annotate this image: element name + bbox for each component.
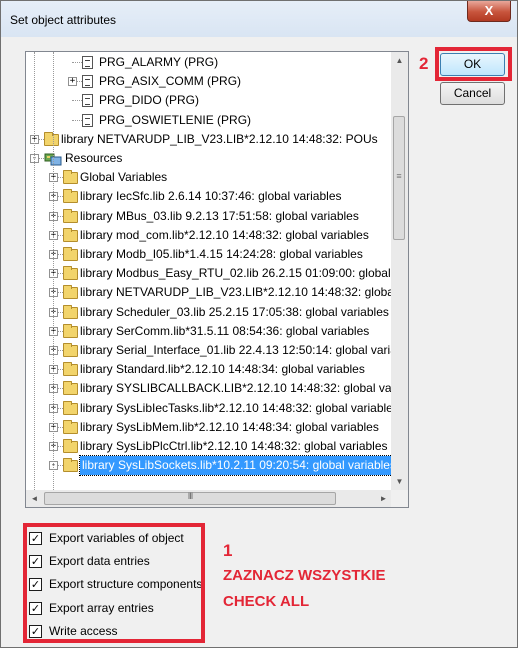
tree-item-label: PRG_ASIX_COMM (PRG) — [99, 74, 242, 89]
annotation-text-polish: ZAZNACZ WSZYSTKIE — [223, 567, 386, 584]
expand-icon[interactable]: + — [68, 77, 77, 87]
scroll-left-icon[interactable]: ◄ — [26, 490, 43, 507]
tree-guide-line — [34, 52, 35, 490]
scroll-grip-icon: III — [187, 491, 194, 501]
tree-item-label: library SysLibIecTasks.lib*2.12.10 14:48… — [80, 400, 392, 415]
folder-icon — [63, 266, 78, 281]
folder-icon — [63, 458, 78, 473]
tree-connector — [72, 100, 82, 102]
folder-icon — [63, 400, 78, 415]
folder-icon — [63, 227, 78, 242]
tree-item-label: library NETVARUDP_LIB_V23.LIB*2.12.10 14… — [80, 285, 392, 300]
folder-icon — [63, 419, 78, 434]
annotation-number-1: 1 — [223, 541, 233, 560]
tree-item-label: library IecSfc.lib 2.6.14 10:37:46: glob… — [80, 189, 342, 204]
tree-item-label: library mod_com.lib*2.12.10 14:48:32: gl… — [80, 227, 369, 242]
tree-item[interactable]: + library Serial_Interface_01.lib 22.4.13… — [26, 341, 392, 360]
tree-item[interactable]: + library SysLibMem.lib*2.12.10 14:48:34:… — [26, 418, 392, 437]
folder-icon — [63, 170, 78, 185]
tree-item[interactable]: + Global Variables — [26, 168, 392, 187]
object-tree[interactable]: PRG_ALARMY (PRG) + PRG_ASIX_COMM (PRG) PRG_… — [25, 51, 409, 508]
tree-item[interactable]: + PRG_ASIX_COMM (PRG) — [26, 72, 392, 91]
cancel-button[interactable]: Cancel — [440, 82, 505, 105]
tree-item-label: library MBus_03.lib 9.2.13 17:51:58: glo… — [80, 208, 359, 223]
tree-item-label: library Scheduler_03.lib 25.2.15 17:05:3… — [80, 304, 389, 319]
tree-item[interactable]: + library mod_com.lib*2.12.10 14:48:32: g… — [26, 226, 392, 245]
tree-guide-line — [53, 52, 54, 490]
scroll-grip-icon: ≡ — [396, 171, 402, 181]
program-icon — [82, 56, 93, 69]
window-title: Set object attributes — [10, 13, 117, 27]
tree-item-label: library SerComm.lib*31.5.11 08:54:36: gl… — [80, 323, 370, 338]
tree-item-label: PRG_DIDO (PRG) — [99, 93, 200, 108]
tree-item-label: library NETVARUDP_LIB_V23.LIB*2.12.10 14… — [61, 131, 378, 146]
tree-item[interactable]: PRG_DIDO (PRG) — [26, 91, 392, 110]
vertical-scroll-thumb[interactable]: ≡ — [393, 116, 405, 240]
tree-item[interactable]: PRG_OSWIETLENIE (PRG) — [26, 111, 392, 130]
scroll-up-icon[interactable]: ▲ — [391, 52, 408, 69]
tree-connector — [72, 119, 82, 121]
annotation-number-2: 2 — [419, 54, 429, 73]
tree-item[interactable]: + library Standard.lib*2.12.10 14:48:34: … — [26, 360, 392, 379]
tree-item[interactable]: + library IecSfc.lib 2.6.14 10:37:46: glo… — [26, 187, 392, 206]
scroll-right-icon[interactable]: ► — [375, 490, 392, 507]
folder-icon — [63, 208, 78, 223]
tree-item[interactable]: PRG_ALARMY (PRG) — [26, 53, 392, 72]
folder-icon — [63, 247, 78, 261]
tree-item-label: library Serial_Interface_01.lib 22.4.13 … — [80, 343, 392, 357]
folder-icon — [63, 304, 78, 319]
vertical-scrollbar[interactable]: ▲ ≡ ▼ — [391, 52, 408, 490]
folder-icon — [63, 285, 78, 300]
tree-item-label: PRG_ALARMY (PRG) — [99, 55, 219, 69]
annotation-highlight-checkboxes — [23, 523, 205, 643]
tree-item[interactable]: + library SerComm.lib*31.5.11 08:54:36: g… — [26, 322, 392, 341]
folder-icon — [63, 189, 78, 204]
tree-item-label: library SysLibMem.lib*2.12.10 14:48:34: … — [80, 419, 379, 434]
tree-item-label: library Modbus_Easy_RTU_02.lib 26.2.15 0… — [80, 266, 392, 281]
tree-item-label: library SysLibPlcCtrl.lib*2.12.10 14:48:… — [80, 439, 388, 453]
tree-item[interactable]: + library SysLibIecTasks.lib*2.12.10 14:4… — [26, 399, 392, 418]
tree-item[interactable]: - library SysLibSockets.lib*10.2.11 09:20… — [26, 455, 392, 477]
annotation-text-english: CHECK ALL — [223, 593, 310, 610]
tree-item[interactable]: + library SYSLIBCALLBACK.LIB*2.12.10 14:4… — [26, 379, 392, 398]
folder-icon — [63, 439, 78, 453]
tree-item-label: library Modb_I05.lib*1.4.15 14:24:28: gl… — [80, 247, 363, 261]
document-icon — [82, 94, 93, 108]
tree-item[interactable]: + library NETVARUDP_LIB_V23.LIB*2.12.10 1… — [26, 130, 392, 149]
tree-item[interactable]: + library Modbus_Easy_RTU_02.lib 26.2.15 … — [26, 264, 392, 283]
scroll-down-icon[interactable]: ▼ — [391, 473, 408, 490]
folder-icon — [63, 323, 78, 338]
tree-item[interactable]: + library NETVARUDP_LIB_V23.LIB*2.12.10 1… — [26, 283, 392, 302]
tree-item[interactable]: + library Modb_I05.lib*1.4.15 14:24:28: g… — [26, 245, 392, 264]
tree-item-label: PRG_OSWIETLENIE (PRG) — [99, 112, 252, 127]
tree-connector — [72, 62, 82, 63]
tree-item[interactable]: - Resources — [26, 149, 392, 168]
tree-item[interactable]: + library MBus_03.lib 9.2.13 17:51:58: gl… — [26, 207, 392, 226]
program-icon — [82, 75, 93, 89]
title-bar[interactable]: Set object attributes X — [1, 1, 517, 37]
tree-item[interactable]: + library Scheduler_03.lib 25.2.15 17:05:… — [26, 303, 392, 322]
tree-item-label: library SysLibSockets.lib*10.2.11 09:20:… — [79, 455, 392, 477]
folder-icon — [63, 381, 78, 396]
horizontal-scroll-thumb[interactable]: III — [44, 491, 336, 505]
scroll-corner — [391, 490, 408, 507]
close-button[interactable]: X — [467, 1, 511, 22]
annotation-highlight-ok — [435, 47, 512, 81]
folder-icon — [44, 131, 59, 146]
tree-rows-container: PRG_ALARMY (PRG) + PRG_ASIX_COMM (PRG) PRG_… — [26, 52, 392, 490]
tree-item-label: library Standard.lib*2.12.10 14:48:34: g… — [80, 362, 365, 377]
horizontal-scrollbar[interactable]: ◄ III ► — [26, 490, 392, 507]
tree-item-label: Global Variables — [80, 170, 168, 185]
set-object-attributes-dialog: Set object attributes X PRG_ALARMY (PRG)… — [0, 0, 518, 648]
tree-item-label: library SYSLIBCALLBACK.LIB*2.12.10 14:48… — [80, 381, 392, 396]
folder-icon — [63, 362, 78, 377]
folder-icon — [63, 343, 78, 357]
tree-item[interactable]: + library SysLibPlcCtrl.lib*2.12.10 14:48… — [26, 437, 392, 456]
program-icon — [82, 113, 93, 127]
tree-item-label: Resources — [65, 151, 123, 165]
